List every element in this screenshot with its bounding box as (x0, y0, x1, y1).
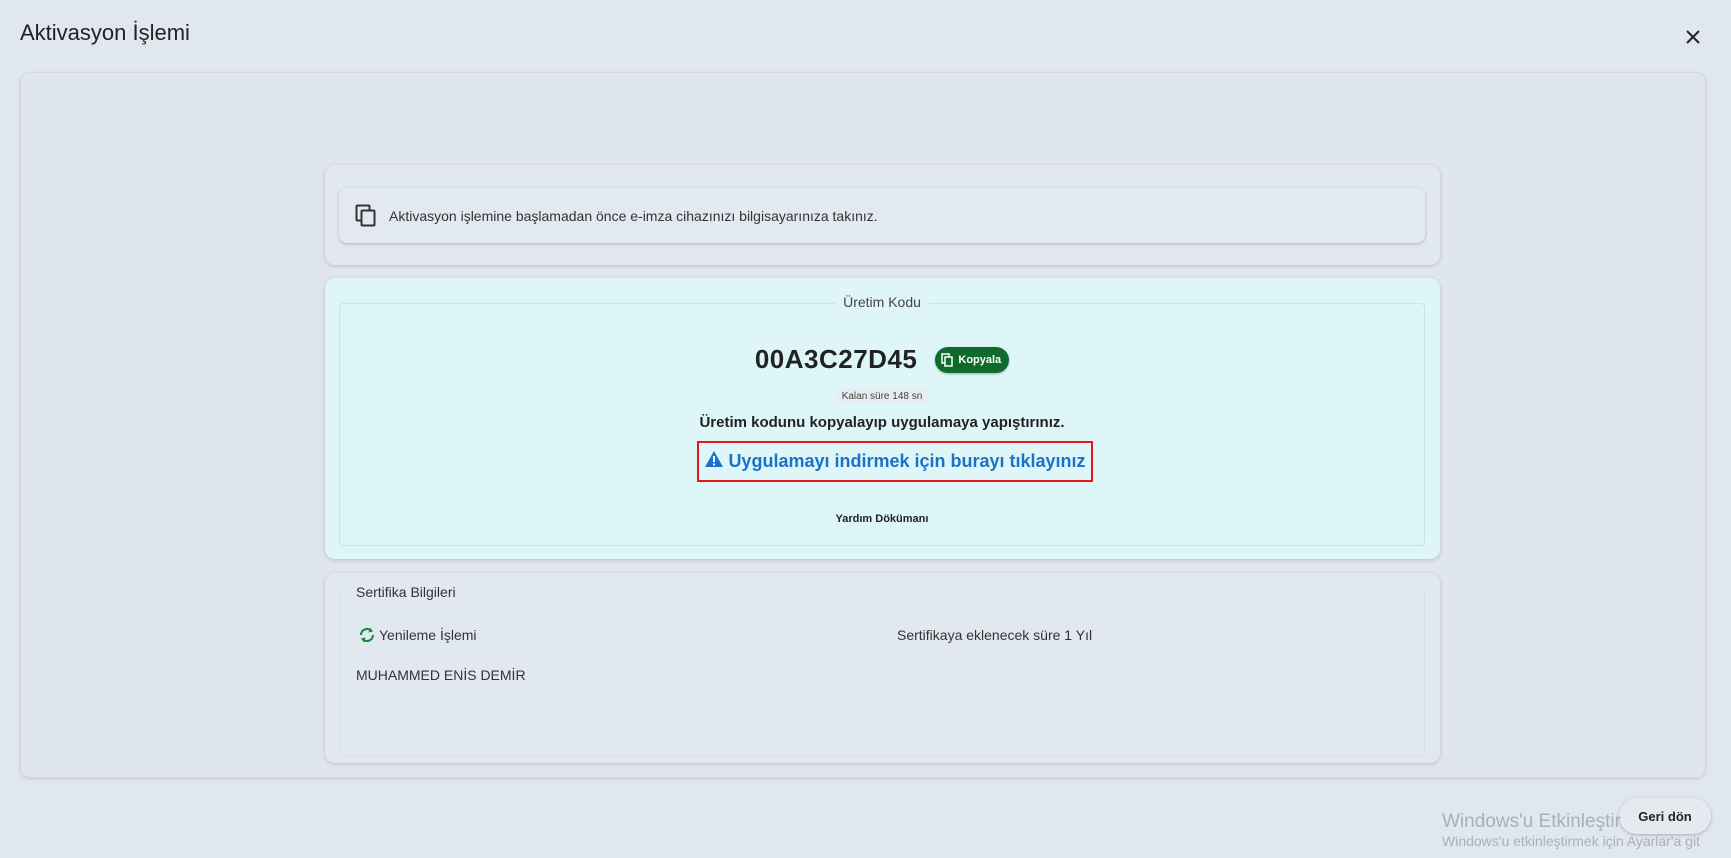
copy-button[interactable]: Kopyala (935, 346, 1010, 373)
added-duration: Sertifikaya eklenecek süre 1 Yıl (897, 627, 1093, 643)
copy-icon (355, 204, 376, 226)
remaining-time-badge: Kalan süre 148 sn (835, 389, 929, 404)
download-link-text: Uygulamayı indirmek için burayı tıklayın… (728, 451, 1086, 471)
copy-button-label: Kopyala (958, 353, 1002, 366)
download-link-highlight[interactable]: Uygulamayı indirmek için burayı tıklayın… (697, 441, 1093, 482)
production-code-card: Üretim Kodu 00A3C27D45 Kopyala Kalan sür… (325, 278, 1440, 559)
certificate-holder-name: MUHAMMED ENİS DEMİR (356, 667, 526, 683)
close-icon (1686, 30, 1700, 44)
activation-dialog: Aktivasyon İşlemi Aktivasyon işlemine ba… (0, 0, 1731, 858)
dialog-title: Aktivasyon İşlemi (20, 20, 190, 45)
renewal-operation: Yenileme İşlemi (357, 625, 477, 645)
windows-activation-watermark: Windows'u Etkinleştir Windows'u etkinleş… (1442, 811, 1700, 849)
certificate-info-title: Sertifika Bilgileri (356, 584, 456, 600)
content-panel: Aktivasyon işlemine başlamadan önce e-im… (20, 72, 1711, 834)
close-button[interactable] (1680, 24, 1706, 50)
info-text: Aktivasyon işlemine başlamadan önce e-im… (389, 207, 878, 224)
production-code-legend: Üretim Kodu (835, 294, 929, 310)
watermark-subtitle: Windows'u etkinleştirmek için Ayarlar'a … (1442, 833, 1700, 849)
production-code-value: 00A3C27D45 (754, 344, 918, 374)
certificate-info-card: Sertifika Bilgileri Yenileme İşlemi Sert… (325, 573, 1440, 763)
production-code-fieldset: Üretim Kodu 00A3C27D45 Kopyala Kalan sür… (339, 294, 1425, 546)
help-document-link[interactable]: Yardım Dökümanı (340, 513, 1424, 525)
warning-icon (705, 450, 724, 467)
info-banner: Aktivasyon işlemine başlamadan önce e-im… (339, 188, 1425, 243)
copy-instruction: Üretim kodunu kopyalayıp uygulamaya yapı… (699, 414, 1065, 431)
download-app-link[interactable]: Uygulamayı indirmek için burayı tıklayın… (704, 450, 1086, 472)
renewal-label: Yenileme İşlemi (379, 627, 477, 643)
refresh-icon (359, 627, 375, 643)
copy-icon (941, 352, 954, 367)
watermark-title: Windows'u Etkinleştir (1442, 811, 1621, 832)
info-card: Aktivasyon işlemine başlamadan önce e-im… (325, 165, 1440, 265)
